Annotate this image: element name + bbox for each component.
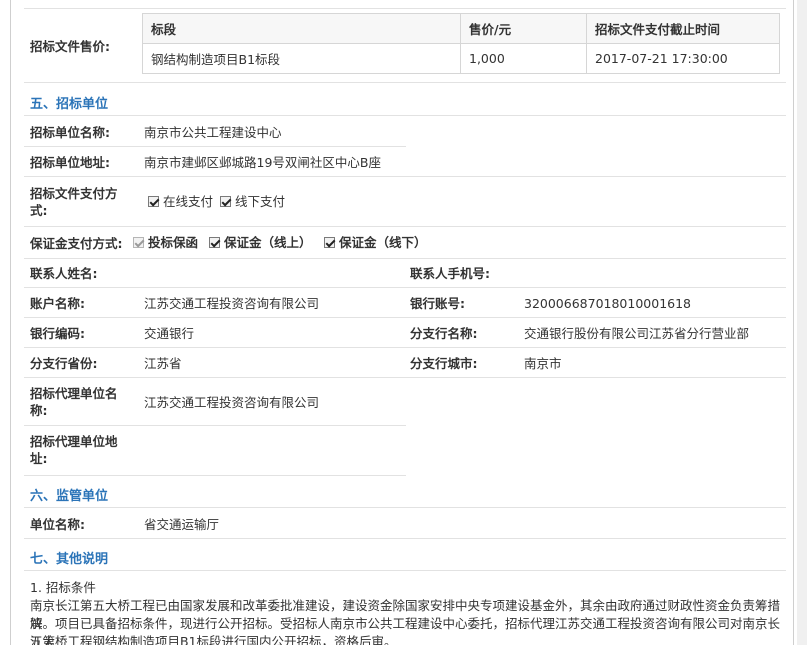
bank-code-label: 银行编码: <box>30 326 85 341</box>
deposit-payment-label: 保证金支付方式: <box>30 236 123 251</box>
payment-option-offline-label: 线下支付 <box>235 194 286 209</box>
checkbox-checked-icon[interactable] <box>209 237 220 248</box>
divider <box>24 570 786 571</box>
supervisor-label: 单位名称: <box>30 517 85 532</box>
fee-cell-price: 1,000 <box>460 43 587 74</box>
agent-name-label: 招标代理单位名 称: <box>30 385 118 419</box>
branch-name-value: 交通银行股份有限公司江苏省分行营业部 <box>524 326 750 341</box>
checkbox-disabled-checked-icon <box>133 237 144 248</box>
divider <box>24 226 786 227</box>
doc-payment-label-line1: 招标文件支付方 <box>30 186 118 201</box>
section-title-tenderer: 五、招标单位 <box>30 97 109 112</box>
notes-item-heading: 1. 招标条件 <box>30 580 96 595</box>
payment-option-offline[interactable]: 线下支付 <box>220 193 285 210</box>
agent-name-label-line2: 称: <box>30 403 48 418</box>
fee-table: 标段 售价/元 招标文件支付截止时间 钢结构制造项目B1标段 1,000 201… <box>142 13 780 74</box>
divider <box>24 8 786 9</box>
divider <box>24 317 786 318</box>
divider <box>24 347 786 348</box>
agent-name-value: 江苏交通工程投资咨询有限公司 <box>144 395 320 410</box>
tenderer-address-label: 招标单位地址: <box>30 155 110 170</box>
payment-option-online-label: 在线支付 <box>163 194 214 209</box>
bank-account-label: 银行账号: <box>410 296 465 311</box>
divider <box>24 507 786 508</box>
bank-code-value: 交通银行 <box>144 326 195 341</box>
divider <box>24 425 406 426</box>
agent-address-label: 招标代理单位地 址: <box>30 433 118 467</box>
tenderer-name-value: 南京市公共工程建设中心 <box>144 125 282 140</box>
agent-address-label-line2: 址: <box>30 451 48 466</box>
branch-city-value: 南京市 <box>524 356 562 371</box>
checkbox-checked-icon[interactable] <box>148 196 159 207</box>
doc-payment-label-line2: 式: <box>30 203 48 218</box>
fee-label: 招标文件售价: <box>30 39 110 54</box>
agent-name-label-line1: 招标代理单位名 <box>30 386 118 401</box>
checkbox-checked-icon[interactable] <box>220 196 231 207</box>
section-title-notes: 七、其他说明 <box>30 552 109 567</box>
divider <box>24 475 406 476</box>
deposit-option-guarantee: 投标保函 <box>133 234 198 251</box>
content-frame <box>10 0 794 645</box>
agent-address-label-line1: 招标代理单位地 <box>30 434 118 449</box>
tenderer-address-value: 南京市建邺区邺城路19号双闸社区中心B座 <box>144 155 381 170</box>
table-row: 钢结构制造项目B1标段 1,000 2017-07-21 17:30:00 <box>142 43 780 74</box>
deposit-option-online[interactable]: 保证金（线上） <box>209 234 312 251</box>
divider <box>24 287 786 288</box>
branch-province-label: 分支行省份: <box>30 356 98 371</box>
deposit-option-offline-label: 保证金（线下） <box>339 235 427 250</box>
checkbox-checked-icon[interactable] <box>324 237 335 248</box>
account-name-value: 江苏交通工程投资咨询有限公司 <box>144 296 320 311</box>
bank-account-value: 320006687018010001618 <box>524 296 692 311</box>
divider <box>24 377 786 378</box>
scrollbar[interactable] <box>797 0 807 645</box>
divider <box>24 538 786 539</box>
notes-paragraph-line: 五大桥工程钢结构制造项目B1标段进行国内公开招标，资格后审。 <box>30 634 397 645</box>
fee-cell-section: 钢结构制造项目B1标段 <box>142 43 461 74</box>
contact-name-label: 联系人姓名: <box>30 266 98 281</box>
account-name-label: 账户名称: <box>30 296 85 311</box>
branch-city-label: 分支行城市: <box>410 356 478 371</box>
divider <box>24 115 786 116</box>
divider <box>24 258 786 259</box>
branch-province-value: 江苏省 <box>144 356 182 371</box>
fee-header-price: 售价/元 <box>460 13 587 44</box>
deposit-option-offline[interactable]: 保证金（线下） <box>324 234 427 251</box>
deposit-option-online-label: 保证金（线上） <box>224 235 312 250</box>
fee-table-header: 标段 售价/元 招标文件支付截止时间 <box>142 13 780 44</box>
divider <box>24 146 406 147</box>
payment-option-online[interactable]: 在线支付 <box>148 193 213 210</box>
fee-cell-deadline: 2017-07-21 17:30:00 <box>586 43 780 74</box>
deposit-option-guarantee-label: 投标保函 <box>148 235 199 250</box>
branch-name-label: 分支行名称: <box>410 326 478 341</box>
doc-payment-label: 招标文件支付方 式: <box>30 185 118 219</box>
divider <box>24 82 786 83</box>
divider <box>24 176 786 177</box>
fee-header-deadline: 招标文件支付截止时间 <box>586 13 780 44</box>
fee-header-section: 标段 <box>142 13 461 44</box>
contact-mobile-label: 联系人手机号: <box>410 266 490 281</box>
tenderer-name-label: 招标单位名称: <box>30 125 110 140</box>
section-title-supervisor: 六、监管单位 <box>30 489 109 504</box>
supervisor-value: 省交通运输厅 <box>144 517 220 532</box>
